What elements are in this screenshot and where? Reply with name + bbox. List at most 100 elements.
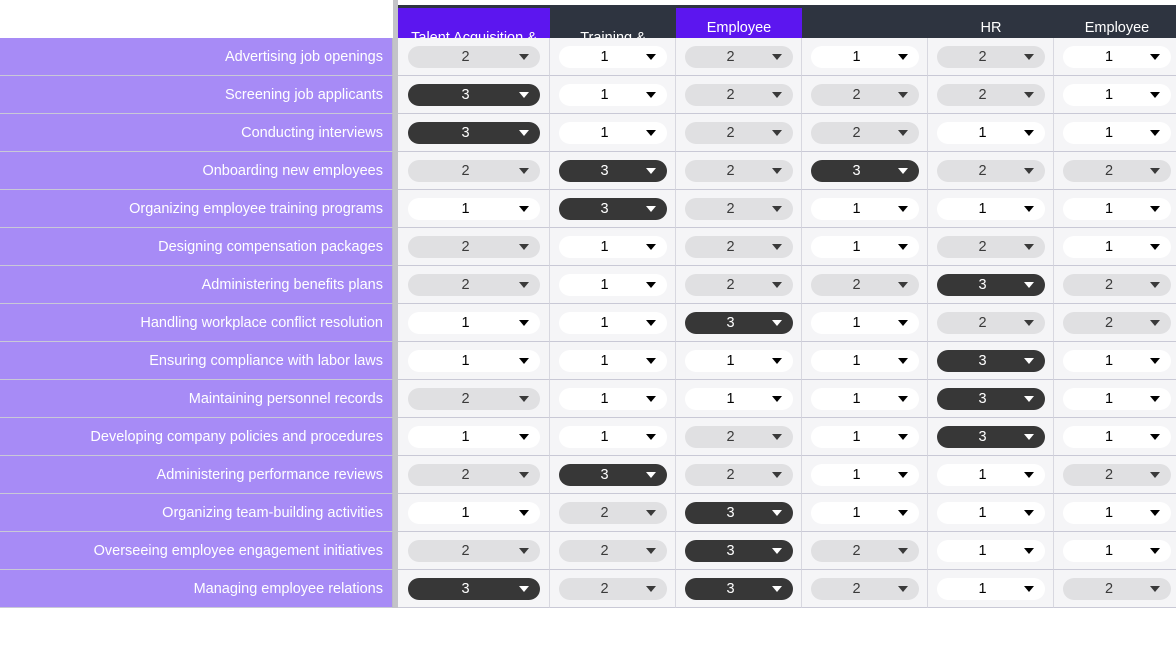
chevron-down-icon[interactable] [771,281,782,288]
rating-dropdown[interactable]: 2 [936,159,1045,182]
rating-dropdown[interactable]: 3 [407,121,540,144]
chevron-down-icon[interactable] [518,243,529,250]
chevron-down-icon[interactable] [518,433,529,440]
rating-dropdown[interactable]: 2 [407,45,540,68]
rating-dropdown[interactable]: 2 [684,425,793,448]
rating-dropdown[interactable]: 2 [684,121,793,144]
chevron-down-icon[interactable] [771,319,782,326]
rating-dropdown[interactable]: 1 [936,121,1045,144]
rating-dropdown[interactable]: 1 [407,425,540,448]
rating-dropdown[interactable]: 2 [936,235,1045,258]
rating-dropdown[interactable]: 2 [407,463,540,486]
rating-dropdown[interactable]: 2 [558,577,667,600]
rating-dropdown[interactable]: 1 [810,501,919,524]
chevron-down-icon[interactable] [771,395,782,402]
rating-dropdown[interactable]: 2 [407,539,540,562]
chevron-down-icon[interactable] [1023,281,1034,288]
chevron-down-icon[interactable] [1150,91,1160,98]
chevron-down-icon[interactable] [897,471,908,478]
chevron-down-icon[interactable] [1150,471,1160,478]
rating-dropdown[interactable]: 1 [936,539,1045,562]
rating-dropdown[interactable]: 3 [407,577,540,600]
chevron-down-icon[interactable] [897,205,908,212]
chevron-down-icon[interactable] [1023,509,1034,516]
chevron-down-icon[interactable] [1150,167,1160,174]
rating-dropdown[interactable]: 1 [558,311,667,334]
rating-dropdown[interactable]: 1 [407,349,540,372]
chevron-down-icon[interactable] [1023,433,1034,440]
rating-dropdown[interactable]: 2 [810,539,919,562]
rating-dropdown[interactable]: 1 [1063,387,1171,410]
rating-dropdown[interactable]: 2 [810,121,919,144]
rating-dropdown[interactable]: 3 [936,425,1045,448]
chevron-down-icon[interactable] [897,357,908,364]
rating-dropdown[interactable]: 1 [1063,235,1171,258]
chevron-down-icon[interactable] [1023,471,1034,478]
rating-dropdown[interactable]: 3 [936,349,1045,372]
rating-dropdown[interactable]: 1 [810,197,919,220]
rating-dropdown[interactable]: 1 [558,387,667,410]
rating-dropdown[interactable]: 1 [1063,501,1171,524]
chevron-down-icon[interactable] [1150,509,1160,516]
chevron-down-icon[interactable] [1023,395,1034,402]
chevron-down-icon[interactable] [1023,357,1034,364]
chevron-down-icon[interactable] [1150,433,1160,440]
chevron-down-icon[interactable] [518,547,529,554]
rating-dropdown[interactable]: 1 [1063,83,1171,106]
rating-dropdown[interactable]: 1 [810,387,919,410]
chevron-down-icon[interactable] [771,471,782,478]
rating-dropdown[interactable]: 1 [558,235,667,258]
chevron-down-icon[interactable] [518,53,529,60]
rating-dropdown[interactable]: 1 [1063,45,1171,68]
rating-dropdown[interactable]: 1 [1063,121,1171,144]
rating-dropdown[interactable]: 2 [936,45,1045,68]
rating-dropdown[interactable]: 1 [558,273,667,296]
rating-dropdown[interactable]: 3 [684,311,793,334]
rating-dropdown[interactable]: 2 [407,159,540,182]
chevron-down-icon[interactable] [518,281,529,288]
chevron-down-icon[interactable] [771,243,782,250]
rating-dropdown[interactable]: 2 [407,387,540,410]
rating-dropdown[interactable]: 2 [684,235,793,258]
rating-dropdown[interactable]: 1 [936,577,1045,600]
rating-dropdown[interactable]: 1 [810,349,919,372]
rating-dropdown[interactable]: 1 [1063,349,1171,372]
rating-dropdown[interactable]: 2 [1063,577,1171,600]
rating-dropdown[interactable]: 2 [407,273,540,296]
rating-dropdown[interactable]: 3 [558,197,667,220]
chevron-down-icon[interactable] [771,547,782,554]
rating-dropdown[interactable]: 2 [558,501,667,524]
rating-dropdown[interactable]: 2 [1063,159,1171,182]
rating-dropdown[interactable]: 2 [558,539,667,562]
chevron-down-icon[interactable] [1150,585,1160,592]
rating-dropdown[interactable]: 1 [1063,197,1171,220]
chevron-down-icon[interactable] [771,509,782,516]
chevron-down-icon[interactable] [897,129,908,136]
chevron-down-icon[interactable] [897,547,908,554]
chevron-down-icon[interactable] [645,471,656,478]
chevron-down-icon[interactable] [518,91,529,98]
chevron-down-icon[interactable] [645,585,656,592]
chevron-down-icon[interactable] [897,395,908,402]
rating-dropdown[interactable]: 1 [558,349,667,372]
chevron-down-icon[interactable] [645,319,656,326]
chevron-down-icon[interactable] [1150,357,1160,364]
rating-dropdown[interactable]: 2 [684,83,793,106]
rating-dropdown[interactable]: 3 [684,501,793,524]
chevron-down-icon[interactable] [771,433,782,440]
chevron-down-icon[interactable] [518,585,529,592]
rating-dropdown[interactable]: 1 [810,235,919,258]
rating-dropdown[interactable]: 2 [936,311,1045,334]
rating-dropdown[interactable]: 2 [1063,273,1171,296]
rating-dropdown[interactable]: 3 [558,463,667,486]
rating-dropdown[interactable]: 1 [558,45,667,68]
chevron-down-icon[interactable] [645,395,656,402]
chevron-down-icon[interactable] [771,91,782,98]
rating-dropdown[interactable]: 2 [407,235,540,258]
chevron-down-icon[interactable] [897,509,908,516]
rating-dropdown[interactable]: 2 [936,83,1045,106]
chevron-down-icon[interactable] [771,585,782,592]
chevron-down-icon[interactable] [518,319,529,326]
chevron-down-icon[interactable] [1023,205,1034,212]
rating-dropdown[interactable]: 1 [558,425,667,448]
